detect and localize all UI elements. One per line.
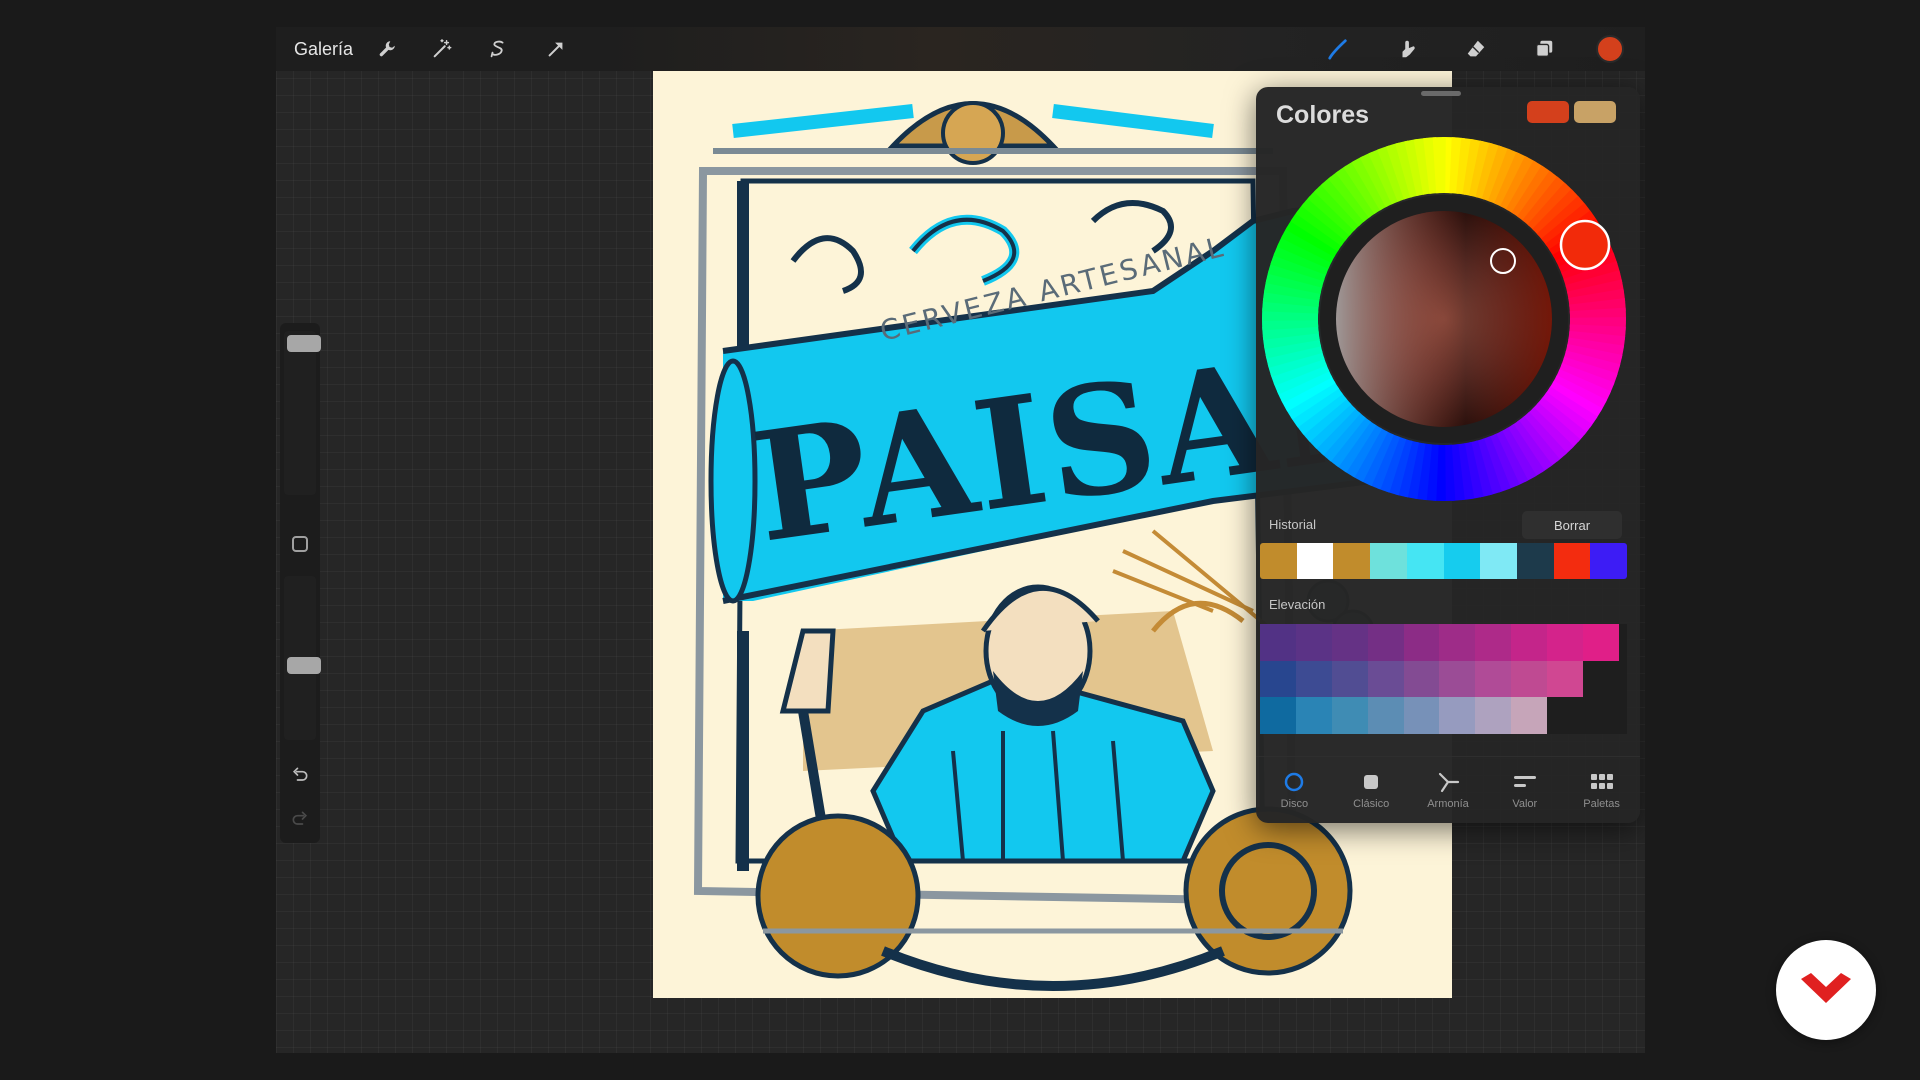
palette-row (1260, 624, 1627, 661)
tab-clásico[interactable]: Clásico (1333, 757, 1410, 823)
top-toolbar: Galería (276, 27, 1645, 71)
wrench-icon[interactable] (372, 33, 404, 65)
palette-row (1260, 697, 1627, 734)
history-swatch[interactable] (1333, 543, 1371, 579)
palette-swatch[interactable] (1475, 697, 1512, 734)
eraser-icon[interactable] (1460, 33, 1492, 65)
value-sliders-icon (1512, 770, 1538, 794)
palette-swatch[interactable] (1511, 660, 1548, 698)
palette-swatch[interactable] (1439, 624, 1476, 661)
palette-swatch[interactable] (1331, 624, 1368, 661)
palette-swatch[interactable] (1475, 660, 1512, 698)
palettes-grid-icon (1589, 770, 1615, 794)
transform-arrow-icon[interactable] (540, 33, 572, 65)
palette-swatch[interactable] (1547, 660, 1584, 698)
palette-swatch[interactable] (1331, 660, 1368, 698)
history-swatch[interactable] (1443, 543, 1481, 579)
tab-armonía[interactable]: Armonía (1410, 757, 1487, 823)
primary-color-swatch[interactable] (1527, 101, 1569, 123)
palette-swatch[interactable] (1511, 624, 1548, 661)
selection-icon[interactable] (482, 33, 514, 65)
magic-wand-icon[interactable] (426, 33, 458, 65)
palette-swatch[interactable] (1295, 660, 1332, 698)
palette-swatch[interactable] (1439, 697, 1476, 734)
palette-swatch[interactable] (1331, 697, 1368, 734)
layers-icon[interactable] (1528, 33, 1560, 65)
undo-icon[interactable] (288, 763, 312, 787)
disc-icon (1281, 770, 1307, 794)
palette-swatch[interactable] (1295, 624, 1332, 661)
color-mode-tabs: Disco Clásico Armonía Valor Paletas (1256, 756, 1640, 823)
history-swatch[interactable] (1260, 543, 1297, 579)
tab-label: Paletas (1583, 798, 1620, 810)
secondary-color-swatch[interactable] (1574, 101, 1616, 123)
palette-swatch[interactable] (1583, 624, 1619, 661)
palette-swatch[interactable] (1295, 697, 1332, 734)
palette-swatch[interactable] (1367, 624, 1404, 661)
tab-paletas[interactable]: Paletas (1563, 757, 1640, 823)
tab-label: Armonía (1427, 798, 1469, 810)
history-label: Historial (1269, 517, 1316, 532)
opacity-slider[interactable] (284, 576, 321, 740)
brush-size-handle[interactable] (287, 335, 321, 353)
history-swatch[interactable] (1370, 543, 1407, 579)
history-swatch[interactable] (1406, 543, 1444, 579)
palette-swatch[interactable] (1547, 624, 1584, 661)
modify-square-icon[interactable] (292, 536, 308, 552)
current-color-button[interactable] (1596, 35, 1624, 63)
history-swatch[interactable] (1553, 543, 1591, 579)
palette-swatch[interactable] (1475, 624, 1512, 661)
procreate-app: Galería CERVEZA ARTESANAL PAISANO Colore… (276, 27, 1645, 1053)
gallery-button[interactable]: Galería (294, 39, 353, 60)
brand-logo[interactable] (1776, 940, 1876, 1040)
panel-grabber[interactable] (1421, 91, 1461, 96)
palette-swatch[interactable] (1511, 697, 1548, 734)
history-swatch[interactable] (1296, 543, 1334, 579)
tab-label: Disco (1280, 798, 1309, 810)
classic-square-icon (1358, 770, 1384, 794)
history-swatch[interactable] (1480, 543, 1517, 579)
clear-history-button[interactable]: Borrar (1522, 511, 1622, 539)
palette-row (1260, 660, 1627, 698)
brand-logo-icon (1801, 973, 1851, 1003)
tab-label: Clásico (1353, 798, 1390, 810)
harmony-icon (1435, 770, 1461, 794)
brush-icon[interactable] (1322, 33, 1354, 65)
color-panel: Colores Historial Borrar Elevación Disco… (1256, 87, 1640, 823)
palette-swatch[interactable] (1403, 660, 1440, 698)
palette-swatch[interactable] (1403, 697, 1440, 734)
saturation-disc-tint (1336, 211, 1552, 427)
palette-swatch[interactable] (1403, 624, 1440, 661)
tab-disco[interactable]: Disco (1256, 757, 1333, 823)
tab-valor[interactable]: Valor (1486, 757, 1563, 823)
history-swatches (1260, 543, 1627, 579)
palette-swatch[interactable] (1260, 697, 1296, 734)
color-disc[interactable] (1260, 135, 1628, 503)
palette-swatch[interactable] (1260, 660, 1296, 698)
palette-grid (1260, 624, 1627, 734)
history-swatch[interactable] (1590, 543, 1627, 579)
palette-label: Elevación (1269, 597, 1326, 612)
left-sidebar (280, 323, 321, 843)
tab-label: Valor (1512, 798, 1538, 810)
history-swatch[interactable] (1516, 543, 1554, 579)
smudge-icon[interactable] (1392, 33, 1424, 65)
opacity-handle[interactable] (287, 656, 321, 674)
hue-picker[interactable] (1559, 219, 1611, 271)
brush-size-slider[interactable] (284, 331, 321, 495)
palette-swatch[interactable] (1367, 697, 1404, 734)
palette-swatch[interactable] (1367, 660, 1404, 698)
palette-swatch[interactable] (1439, 660, 1476, 698)
redo-icon[interactable] (288, 807, 312, 831)
palette-swatch[interactable] (1260, 624, 1296, 661)
panel-title: Colores (1276, 101, 1370, 129)
